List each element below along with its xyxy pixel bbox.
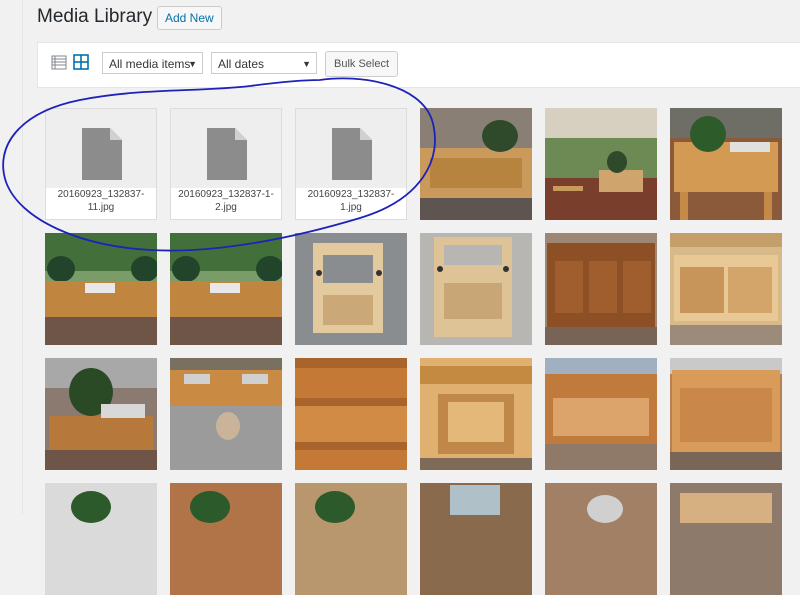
document-icon	[332, 128, 372, 185]
media-item-photo[interactable]	[295, 233, 407, 345]
file-name: 20160923_132837-11.jpg	[46, 188, 156, 219]
media-item-file[interactable]: 20160923_132837-1.jpg	[295, 108, 407, 220]
media-item-photo[interactable]	[420, 108, 532, 220]
document-icon	[207, 128, 247, 185]
media-item-photo[interactable]	[420, 483, 532, 595]
document-icon	[82, 128, 122, 185]
media-item-photo[interactable]	[545, 108, 657, 220]
media-item-photo[interactable]	[670, 233, 782, 345]
media-item-photo[interactable]	[170, 358, 282, 470]
media-item-photo[interactable]	[670, 358, 782, 470]
media-item-file[interactable]: 20160923_132837-1-2.jpg	[170, 108, 282, 220]
media-item-photo[interactable]	[170, 233, 282, 345]
media-item-photo[interactable]	[545, 483, 657, 595]
media-grid: 20160923_132837-11.jpg 20160923_132837-1…	[0, 0, 800, 595]
media-item-photo[interactable]	[670, 108, 782, 220]
media-item-photo[interactable]	[670, 483, 782, 595]
media-item-photo[interactable]	[545, 358, 657, 470]
media-item-photo[interactable]	[45, 483, 157, 595]
media-item-photo[interactable]	[295, 358, 407, 470]
media-item-photo[interactable]	[295, 483, 407, 595]
file-name: 20160923_132837-1-2.jpg	[171, 188, 281, 219]
media-item-photo[interactable]	[420, 233, 532, 345]
file-name: 20160923_132837-1.jpg	[296, 188, 406, 219]
media-item-photo[interactable]	[45, 233, 157, 345]
media-item-photo[interactable]	[170, 483, 282, 595]
media-item-file[interactable]: 20160923_132837-11.jpg	[45, 108, 157, 220]
media-item-photo[interactable]	[45, 358, 157, 470]
media-item-photo[interactable]	[420, 358, 532, 470]
media-item-photo[interactable]	[545, 233, 657, 345]
